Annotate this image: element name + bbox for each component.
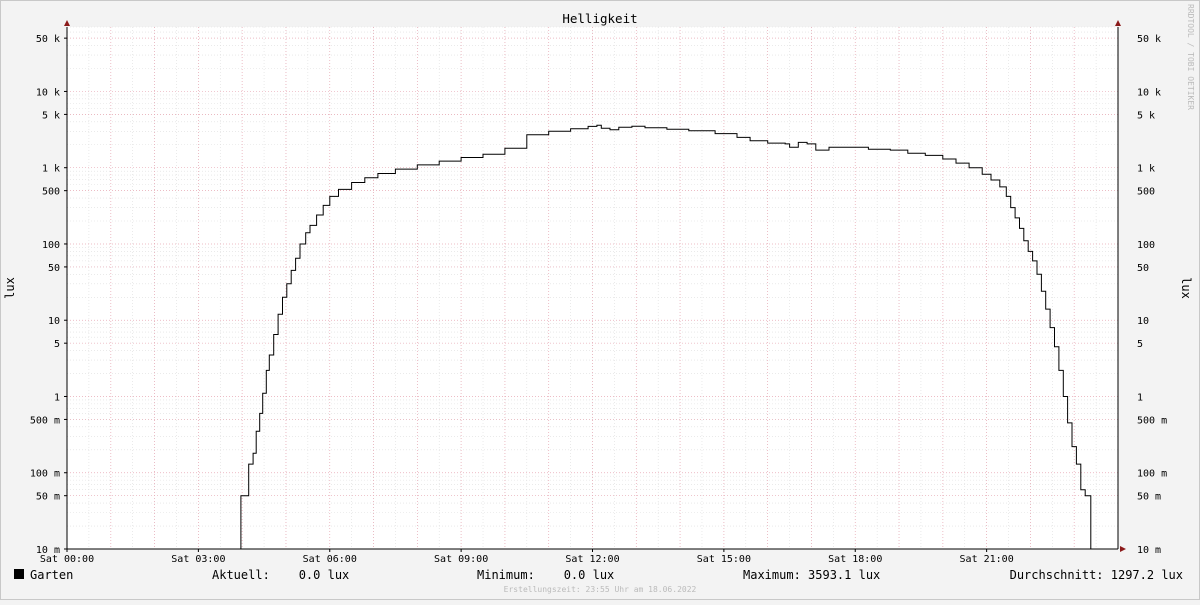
x-tick-label: Sat 18:00 xyxy=(828,554,882,565)
x-tick-label: Sat 06:00 xyxy=(303,554,357,565)
y-tick-label-right: 500 xyxy=(1137,187,1155,198)
legend-swatch xyxy=(14,569,24,579)
x-tick-label: Sat 00:00 xyxy=(40,554,94,565)
y-tick-label-left: 500 xyxy=(42,187,60,198)
y-tick-label-left: 50 k xyxy=(36,34,60,45)
x-tick-label: Sat 09:00 xyxy=(434,554,488,565)
y-tick-label-right: 50 xyxy=(1137,263,1149,274)
legend-maximum: Maximum: 3593.1 lux xyxy=(743,568,880,582)
y-tick-label-left: 100 xyxy=(42,240,60,251)
legend-series-name: Garten xyxy=(30,568,73,582)
y-tick-label-left: 1 k xyxy=(42,164,60,175)
y-tick-label-left: 100 m xyxy=(30,469,60,480)
x-tick-label: Sat 03:00 xyxy=(171,554,225,565)
x-tick-label: Sat 12:00 xyxy=(565,554,619,565)
y-tick-label-left: 1 xyxy=(54,392,60,403)
y-tick-label-right: 5 k xyxy=(1137,110,1155,121)
legend-current: Aktuell: 0.0 lux xyxy=(212,568,349,582)
y-tick-label-right: 50 m xyxy=(1137,492,1161,503)
rrdtool-watermark: RRDTOOL / TOBI OETIKER xyxy=(1186,4,1195,110)
y-tick-label-right: 50 k xyxy=(1137,34,1161,45)
chart-title: Helligkeit xyxy=(562,11,637,26)
y-tick-label-right: 1 k xyxy=(1137,164,1155,175)
y-tick-label-right: 10 k xyxy=(1137,87,1161,98)
y-tick-label-left: 50 m xyxy=(36,492,60,503)
y-axis-label-left: lux xyxy=(3,277,17,299)
y-tick-label-right: 100 m xyxy=(1137,469,1167,480)
y-axis-label-right: lux xyxy=(1179,277,1193,299)
y-tick-label-left: 5 xyxy=(54,339,60,350)
y-tick-label-right: 100 xyxy=(1137,240,1155,251)
y-tick-label-left: 500 m xyxy=(30,415,60,426)
creation-time-footer: Erstellungszeit: 23:55 Uhr am 18.06.2022 xyxy=(504,585,697,594)
y-tick-label-left: 10 xyxy=(48,316,60,327)
x-tick-label: Sat 15:00 xyxy=(697,554,751,565)
y-tick-label-left: 50 xyxy=(48,263,60,274)
brightness-chart: Helligkeit lux lux RRDTOOL / TOBI OETIKE… xyxy=(0,0,1200,600)
y-tick-label-right: 10 m xyxy=(1137,545,1161,556)
y-tick-label-left: 10 k xyxy=(36,87,60,98)
chart-container: Helligkeit lux lux RRDTOOL / TOBI OETIKE… xyxy=(0,0,1200,600)
y-tick-label-right: 500 m xyxy=(1137,415,1167,426)
x-tick-label: Sat 21:00 xyxy=(960,554,1014,565)
y-tick-label-left: 5 k xyxy=(42,110,60,121)
legend-minimum: Minimum: 0.0 lux xyxy=(477,568,614,582)
legend-average: Durchschnitt: 1297.2 lux xyxy=(1010,568,1183,582)
y-tick-label-right: 10 xyxy=(1137,316,1149,327)
y-tick-label-right: 1 xyxy=(1137,392,1143,403)
y-tick-label-right: 5 xyxy=(1137,339,1143,350)
